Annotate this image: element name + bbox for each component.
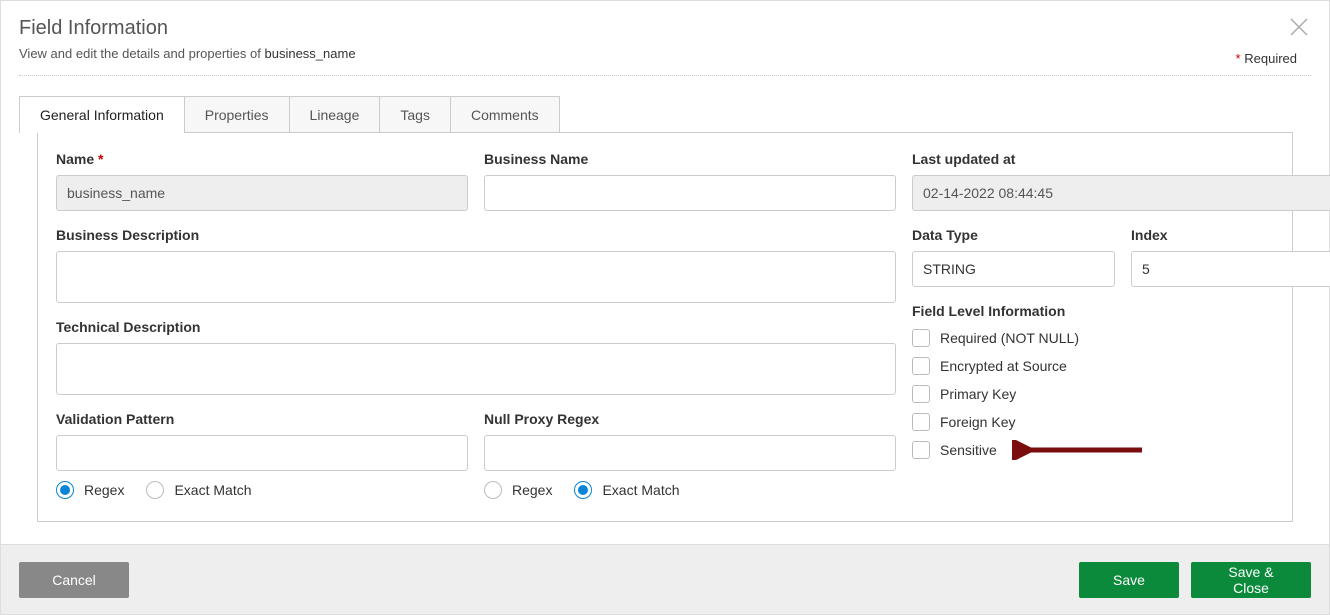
tab-lineage[interactable]: Lineage [289, 96, 381, 133]
page-subtitle: View and edit the details and properties… [19, 46, 1311, 61]
validation-pattern-input[interactable] [56, 435, 468, 471]
validation-exact-radio-label: Exact Match [174, 482, 251, 498]
required-legend: * Required [1236, 51, 1297, 66]
field-level-checklist: Required (NOT NULL) Encrypted at Source … [912, 329, 1330, 459]
save-and-close-button[interactable]: Save & Close [1191, 562, 1311, 598]
business-name-input[interactable] [484, 175, 896, 211]
data-type-input[interactable] [912, 251, 1115, 287]
data-type-label: Data Type [912, 227, 1115, 243]
null-proxy-exact-radio-label: Exact Match [602, 482, 679, 498]
general-information-panel: Name * Business Name Business Descriptio… [37, 132, 1293, 522]
name-label-text: Name [56, 151, 94, 167]
validation-pattern-radio-group: Regex Exact Match [56, 481, 468, 499]
index-label: Index [1131, 227, 1330, 243]
technical-description-label: Technical Description [56, 319, 896, 335]
required-star-icon: * [98, 151, 103, 167]
business-name-label: Business Name [484, 151, 896, 167]
page-title: Field Information [19, 17, 1311, 40]
tabs: General Information Properties Lineage T… [19, 96, 1311, 133]
cancel-button[interactable]: Cancel [19, 562, 129, 598]
foreign-key-checkbox-label: Foreign Key [940, 414, 1015, 430]
validation-regex-radio[interactable] [56, 481, 74, 499]
field-level-info-title: Field Level Information [912, 303, 1330, 319]
primary-key-checkbox[interactable] [912, 385, 930, 403]
foreign-key-checkbox[interactable] [912, 413, 930, 431]
left-column: Name * Business Name Business Descriptio… [56, 151, 896, 499]
business-description-input[interactable] [56, 251, 896, 303]
primary-key-checkbox-label: Primary Key [940, 386, 1016, 402]
technical-description-input[interactable] [56, 343, 896, 395]
required-legend-text: Required [1244, 51, 1297, 66]
tab-properties[interactable]: Properties [184, 96, 290, 133]
validation-exact-radio[interactable] [146, 481, 164, 499]
footer: Cancel Save Save & Close [1, 544, 1329, 614]
subtitle-field-name: business_name [265, 46, 356, 61]
tab-general-information[interactable]: General Information [19, 96, 185, 133]
divider [19, 75, 1311, 76]
name-input[interactable] [56, 175, 468, 211]
required-checkbox[interactable] [912, 329, 930, 347]
null-proxy-radio-group: Regex Exact Match [484, 481, 896, 499]
sensitive-checkbox-label: Sensitive [940, 442, 997, 458]
encrypted-checkbox-label: Encrypted at Source [940, 358, 1067, 374]
validation-pattern-label: Validation Pattern [56, 411, 468, 427]
required-star-icon: * [1236, 51, 1241, 66]
right-column: Last updated at Data Type Index Field Le… [912, 151, 1330, 499]
index-input[interactable] [1131, 251, 1330, 287]
annotation-arrow-icon [1012, 440, 1152, 460]
sensitive-checkbox[interactable] [912, 441, 930, 459]
save-button[interactable]: Save [1079, 562, 1179, 598]
required-checkbox-label: Required (NOT NULL) [940, 330, 1079, 346]
validation-regex-radio-label: Regex [84, 482, 124, 498]
tab-tags[interactable]: Tags [379, 96, 451, 133]
encrypted-checkbox[interactable] [912, 357, 930, 375]
close-icon [1287, 15, 1311, 39]
null-proxy-exact-radio[interactable] [574, 481, 592, 499]
null-proxy-label: Null Proxy Regex [484, 411, 896, 427]
null-proxy-regex-radio[interactable] [484, 481, 502, 499]
last-updated-label: Last updated at [912, 151, 1330, 167]
business-description-label: Business Description [56, 227, 896, 243]
close-button[interactable] [1287, 15, 1311, 39]
subtitle-prefix: View and edit the details and properties… [19, 46, 261, 61]
name-label: Name * [56, 151, 468, 167]
tab-comments[interactable]: Comments [450, 96, 560, 133]
null-proxy-regex-radio-label: Regex [512, 482, 552, 498]
last-updated-value [912, 175, 1330, 211]
null-proxy-input[interactable] [484, 435, 896, 471]
